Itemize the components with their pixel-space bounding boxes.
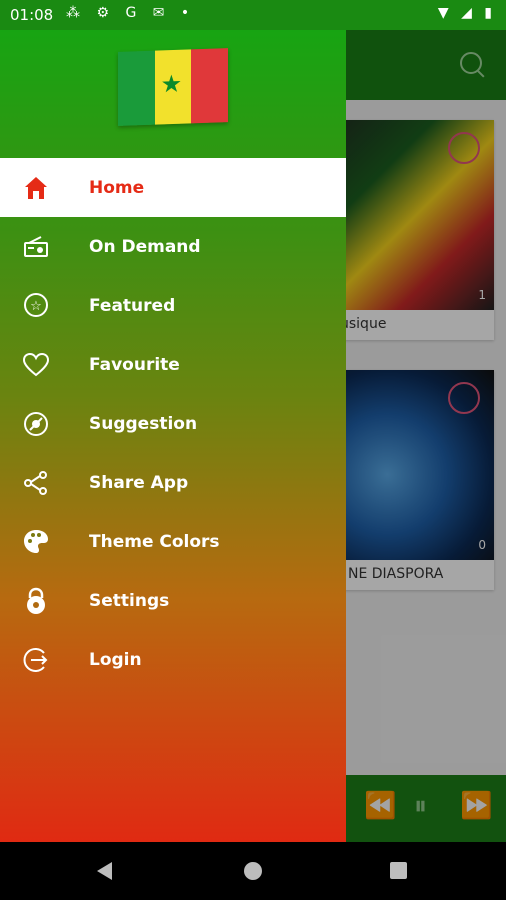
home-button-icon[interactable] [244,862,262,880]
heart-icon [22,351,50,379]
menu-label-suggestion: Suggestion [89,413,198,434]
menu-label-home: Home [89,177,145,198]
menu-item-home[interactable]: Home [0,158,346,217]
menu-label-login: Login [89,649,142,670]
status-bar: 01:08 ⁂ ⚙ G ✉ • ▼ ◢ ▮ [0,0,506,30]
menu-item-share-app[interactable]: Share App [0,453,346,512]
menu-item-on-demand[interactable]: On Demand [0,217,346,276]
menu-item-login[interactable]: Login [0,630,346,689]
menu-label-favourite: Favourite [89,354,180,375]
menu-item-settings[interactable]: Settings [0,571,346,630]
android-nav-bar [0,842,506,900]
recents-icon[interactable] [390,862,407,879]
radio-icon [22,233,50,261]
menu-item-suggestion[interactable]: Suggestion [0,394,346,453]
notification-icons: ⁂ ⚙ G ✉ • [66,5,196,21]
palette-icon [22,528,50,556]
menu-label-on-demand: On Demand [89,236,201,257]
menu-item-featured[interactable]: ☆ Featured [0,276,346,335]
system-icons: ▼ ◢ ▮ [437,5,496,21]
settings-lock-icon [22,587,50,615]
svg-text:☆: ☆ [30,299,42,314]
senegal-flag-logo: ★ [118,48,229,126]
home-icon [22,174,50,202]
drawer-menu: Home On Demand ☆ Featured Favourite Sugg… [0,158,346,689]
menu-item-theme-colors[interactable]: Theme Colors [0,512,346,571]
back-icon[interactable] [97,862,112,880]
status-time: 01:08 [10,6,54,24]
login-icon [22,646,50,674]
menu-label-theme-colors: Theme Colors [89,531,220,552]
menu-label-share-app: Share App [89,472,189,493]
menu-item-favourite[interactable]: Favourite [0,335,346,394]
star-badge-icon: ☆ [22,292,50,320]
menu-label-featured: Featured [89,295,176,316]
menu-label-settings: Settings [89,590,170,611]
suggestion-icon [22,410,50,438]
share-icon [22,469,50,497]
navigation-drawer: ★ Home On Demand ☆ Featured Favourite Su… [0,30,346,842]
